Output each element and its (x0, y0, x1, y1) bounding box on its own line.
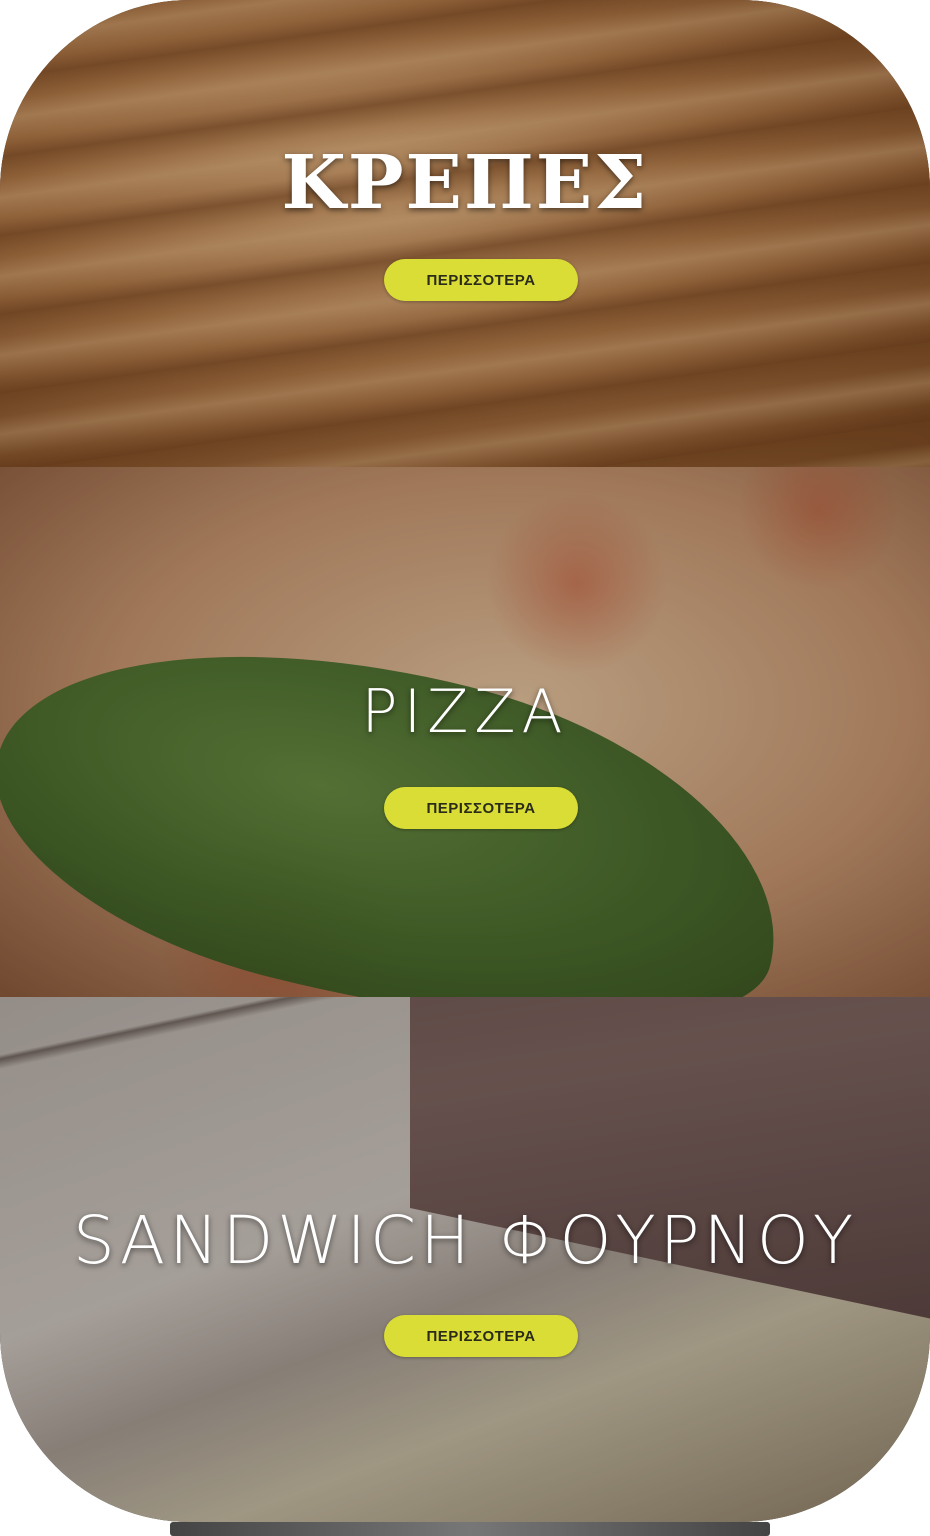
section-sandwich: SANDWICH ΦΟΥΡΝΟΥ ΠΕΡΙΣΣΟΤΕΡΑ (0, 997, 930, 1522)
section-crepes: ΚΡΕΠΕΣ ΠΕΡΙΣΣΟΤΕΡΑ (0, 0, 930, 467)
section-pizza: PIZZA ΠΕΡΙΣΣΟΤΕΡΑ (0, 467, 930, 997)
more-button-pizza[interactable]: ΠΕΡΙΣΣΟΤΕΡΑ (384, 787, 578, 829)
section-title-pizza: PIZZA (361, 677, 569, 747)
section-title-sandwich: SANDWICH ΦΟΥΡΝΟΥ (72, 1202, 858, 1279)
image-overlay (0, 0, 930, 467)
section-title-crepes: ΚΡΕΠΕΣ (281, 140, 649, 226)
more-button-crepes[interactable]: ΠΕΡΙΣΣΟΤΕΡΑ (384, 259, 578, 301)
bottom-edge (170, 1522, 770, 1536)
more-button-sandwich[interactable]: ΠΕΡΙΣΣΟΤΕΡΑ (384, 1315, 578, 1357)
content-frame: ΚΡΕΠΕΣ ΠΕΡΙΣΣΟΤΕΡΑ PIZZA ΠΕΡΙΣΣΟΤΕΡΑ SAN… (0, 0, 930, 1522)
